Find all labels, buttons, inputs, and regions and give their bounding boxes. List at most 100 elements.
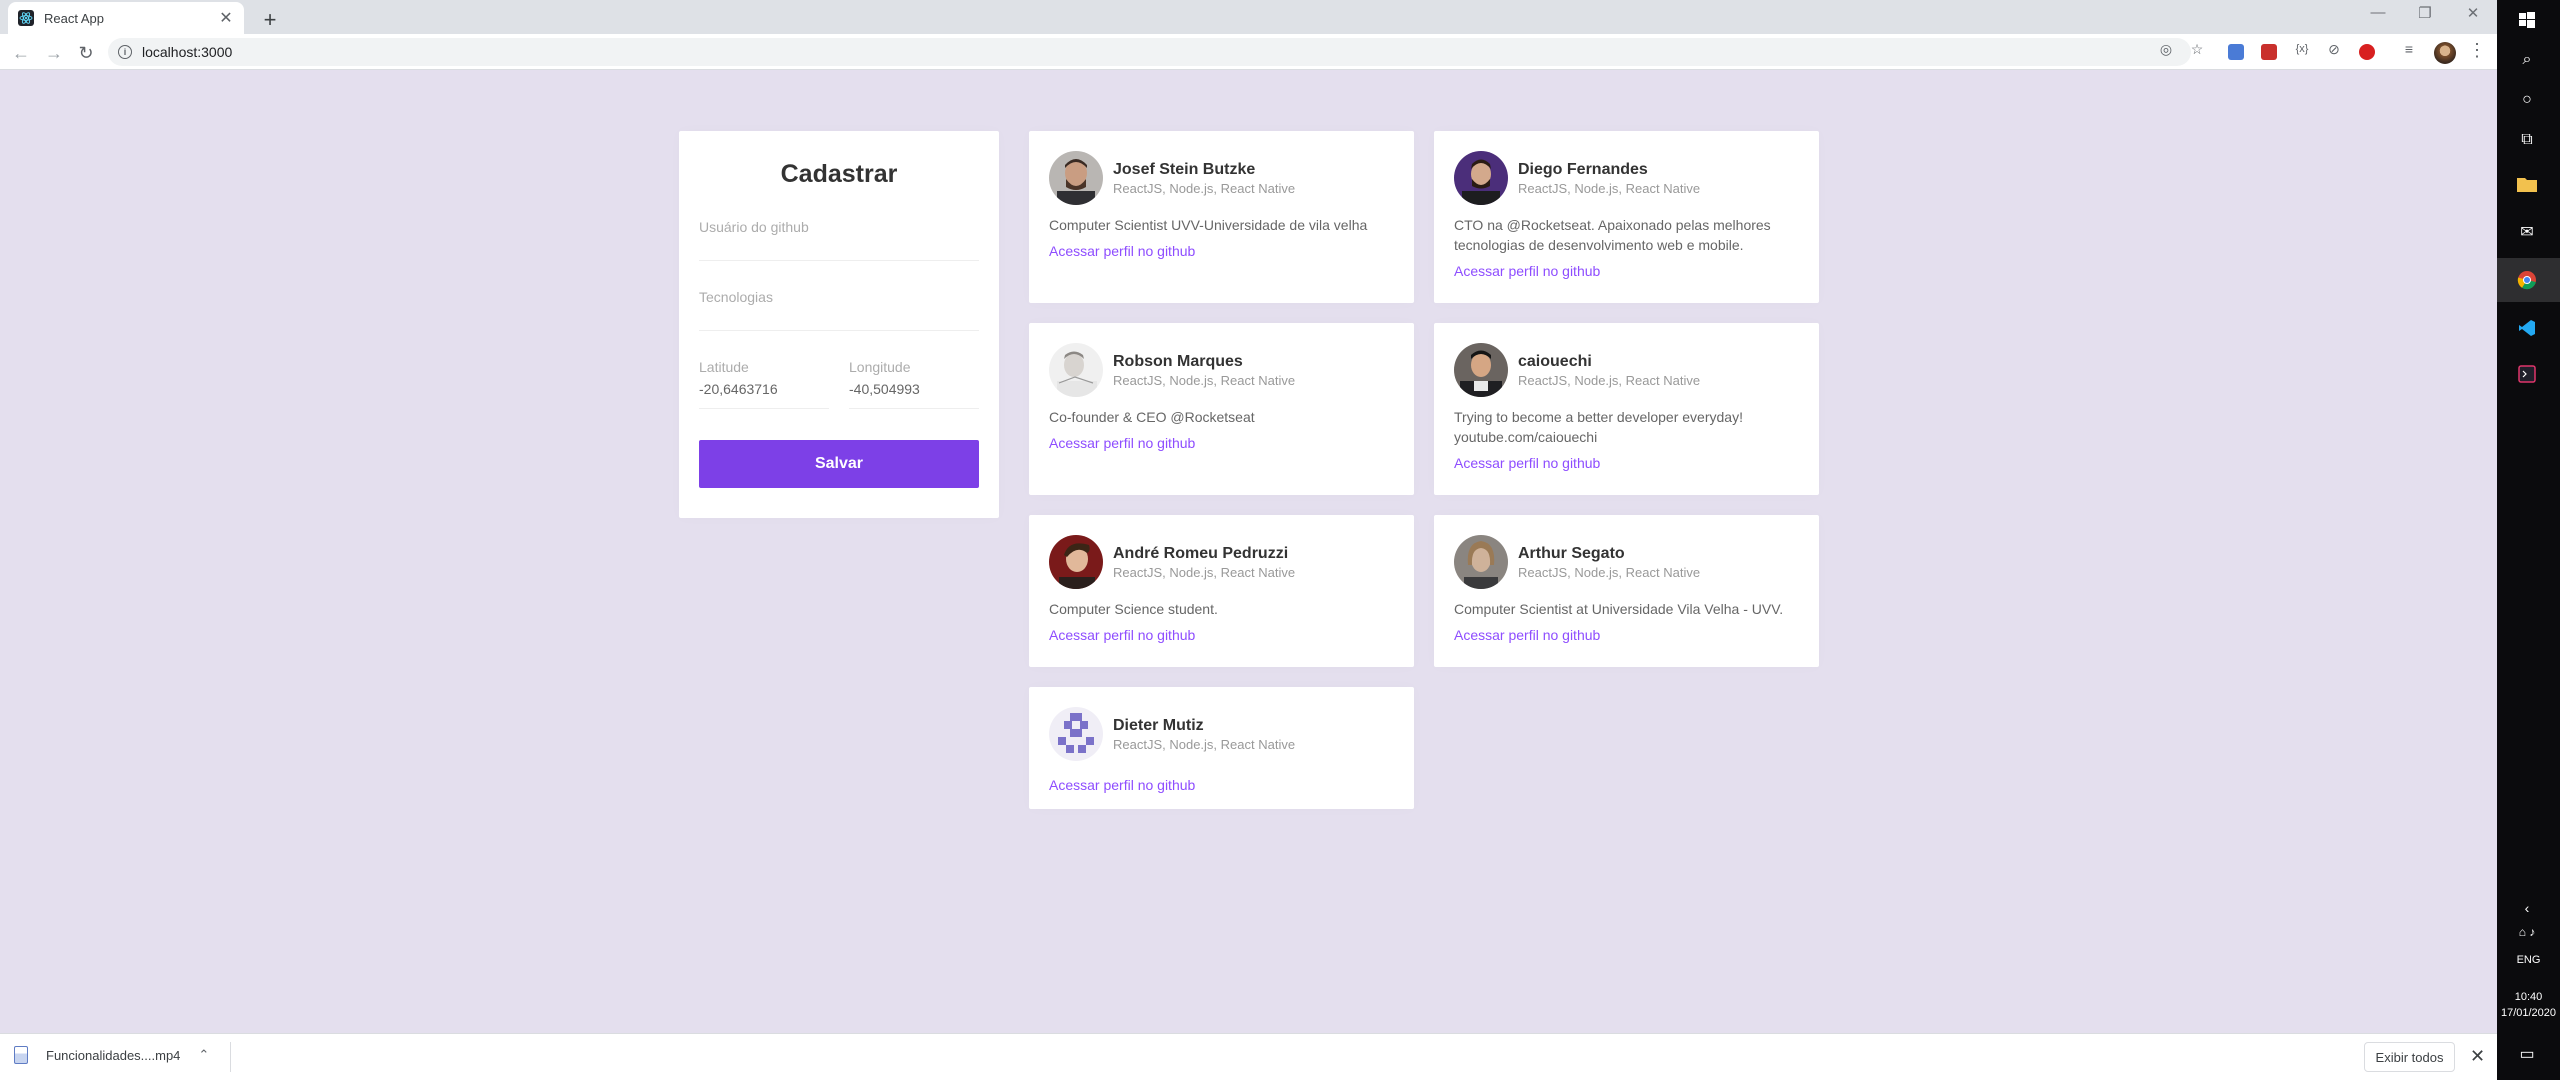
new-tab-button[interactable]: + <box>256 6 284 34</box>
tab-title: React App <box>44 10 104 26</box>
browser-window: React App ✕ + — ❐ ✕ ← → ↻ i localhost:30… <box>0 0 2497 1080</box>
longitude-value: -40,504993 <box>849 381 920 397</box>
location-icon[interactable]: ◎ <box>2157 40 2175 58</box>
profile-avatar[interactable] <box>2434 42 2456 64</box>
dev-avatar <box>1454 151 1508 205</box>
speed-extension-icon[interactable]: ⊘ <box>2325 40 2343 58</box>
back-arrow-icon[interactable]: ← <box>10 42 32 64</box>
dev-bio: Trying to become a better developer ever… <box>1454 409 1743 445</box>
minimize-button[interactable]: — <box>2363 4 2393 21</box>
forward-arrow-icon[interactable]: → <box>43 42 65 64</box>
page-content: Cadastrar Usuário do github Tecnologias … <box>0 70 2497 1033</box>
dev-name: Josef Stein Butzke <box>1113 160 1256 178</box>
code-extension-icon[interactable]: {x} <box>2293 40 2311 58</box>
translate-extension-icon[interactable] <box>2228 44 2244 60</box>
browser-toolbar: ← → ↻ i localhost:3000 ◎ ☆ {x} ⊘ ≡ ⋮ <box>0 34 2497 70</box>
dev-card: caiouechi ReactJS, Node.js, React Native… <box>1434 323 1819 495</box>
save-button[interactable]: Salvar <box>699 440 979 488</box>
vscode-icon[interactable] <box>2513 314 2541 342</box>
tab-react-app[interactable]: React App ✕ <box>8 2 244 34</box>
dev-name: André Romeu Pedruzzi <box>1113 544 1289 562</box>
reload-icon[interactable]: ↻ <box>75 42 97 64</box>
dev-avatar <box>1049 707 1103 761</box>
search-icon[interactable]: ⌕ <box>2513 46 2541 74</box>
download-file-name: Funcionalidades....mp4 <box>46 1047 181 1063</box>
github-profile-link[interactable]: Acessar perfil no github <box>1049 435 1394 451</box>
latitude-field[interactable]: Latitude -20,6463716 <box>699 359 829 409</box>
opera-extension-icon[interactable] <box>2359 44 2375 60</box>
divider <box>230 1042 231 1072</box>
form-title: Cadastrar <box>780 160 898 188</box>
url-text: localhost:3000 <box>142 44 233 60</box>
dev-card: Arthur Segato ReactJS, Node.js, React Na… <box>1434 515 1819 667</box>
clock-time[interactable]: 10:40 <box>2497 991 2560 1003</box>
dev-techs: ReactJS, Node.js, React Native <box>1113 736 1296 752</box>
tab-close-icon[interactable]: ✕ <box>218 8 234 28</box>
notifications-icon[interactable]: ▭ <box>2513 1040 2541 1068</box>
dev-name: Dieter Mutiz <box>1113 716 1204 734</box>
network-volume-icon[interactable]: ⌂ ♪ <box>2513 918 2541 946</box>
show-all-downloads-button[interactable]: Exibir todos <box>2364 1042 2455 1072</box>
windows-start-icon[interactable] <box>2513 6 2541 34</box>
dev-card: Robson Marques ReactJS, Node.js, React N… <box>1029 323 1414 495</box>
react-favicon-icon <box>18 10 34 26</box>
windows-taskbar: ⌕ ○ ⧉ ✉ ‹ ⌂ ♪ ENG 10:40 17/01/2020 ▭ <box>2497 0 2560 1080</box>
browser-menu-icon[interactable]: ⋮ <box>2468 40 2486 61</box>
dev-name: Arthur Segato <box>1518 544 1625 562</box>
dev-bio: Computer Science student. <box>1049 601 1218 617</box>
dev-avatar <box>1049 535 1103 589</box>
longitude-field[interactable]: Longitude -40,504993 <box>849 359 979 409</box>
restore-button[interactable]: ❐ <box>2410 4 2440 22</box>
techs-label: Tecnologias <box>699 289 773 305</box>
terminal-icon[interactable] <box>2513 360 2541 388</box>
window-close-button[interactable]: ✕ <box>2458 4 2488 22</box>
file-icon <box>14 1046 28 1064</box>
dev-bio: Co-founder & CEO @Rocketseat <box>1049 409 1255 425</box>
task-view-icon[interactable]: ⧉ <box>2513 126 2541 154</box>
address-bar[interactable]: i localhost:3000 <box>108 38 2191 66</box>
bookmark-star-icon[interactable]: ☆ <box>2188 40 2206 58</box>
github-profile-link[interactable]: Acessar perfil no github <box>1049 627 1394 643</box>
dev-avatar <box>1454 343 1508 397</box>
dev-bio: CTO na @Rocketseat. Apaixonado pelas mel… <box>1454 217 1771 253</box>
dev-name: Robson Marques <box>1113 352 1243 370</box>
dev-techs: ReactJS, Node.js, React Native <box>1113 180 1296 196</box>
close-download-bar-icon[interactable]: ✕ <box>2470 1046 2485 1067</box>
longitude-label: Longitude <box>849 359 911 375</box>
dev-card: Josef Stein Butzke ReactJS, Node.js, Rea… <box>1029 131 1414 303</box>
latitude-value: -20,6463716 <box>699 381 778 397</box>
tab-strip: React App ✕ + — ❐ ✕ <box>0 0 2497 34</box>
pdf-extension-icon[interactable] <box>2261 44 2277 60</box>
github-user-field[interactable]: Usuário do github <box>699 219 979 261</box>
register-form-card: Cadastrar Usuário do github Tecnologias … <box>679 131 999 518</box>
download-item[interactable]: Funcionalidades....mp4 ⌃ <box>14 1046 209 1064</box>
clock-date[interactable]: 17/01/2020 <box>2497 1007 2560 1019</box>
site-info-icon[interactable]: i <box>118 45 132 59</box>
download-bar: Funcionalidades....mp4 ⌃ Exibir todos ✕ <box>0 1033 2497 1080</box>
media-queue-icon[interactable]: ≡ <box>2400 40 2418 58</box>
github-profile-link[interactable]: Acessar perfil no github <box>1454 627 1799 643</box>
dev-card: Diego Fernandes ReactJS, Node.js, React … <box>1434 131 1819 303</box>
chevron-up-icon[interactable]: ⌃ <box>198 1047 209 1063</box>
dev-avatar <box>1049 343 1103 397</box>
github-profile-link[interactable]: Acessar perfil no github <box>1049 777 1394 793</box>
dev-techs: ReactJS, Node.js, React Native <box>1518 372 1701 388</box>
github-profile-link[interactable]: Acessar perfil no github <box>1454 263 1799 279</box>
latitude-label: Latitude <box>699 359 749 375</box>
dev-name: caiouechi <box>1518 352 1592 370</box>
dev-techs: ReactJS, Node.js, React Native <box>1113 564 1296 580</box>
dev-bio: Computer Scientist UVV-Universidade de v… <box>1049 217 1368 233</box>
github-profile-link[interactable]: Acessar perfil no github <box>1049 243 1394 259</box>
github-user-label: Usuário do github <box>699 219 809 235</box>
language-indicator[interactable]: ENG <box>2497 954 2560 966</box>
mail-icon[interactable]: ✉ <box>2513 218 2541 246</box>
github-profile-link[interactable]: Acessar perfil no github <box>1454 455 1799 471</box>
cortana-icon[interactable]: ○ <box>2513 86 2541 114</box>
dev-avatar <box>1049 151 1103 205</box>
chrome-icon[interactable] <box>2513 266 2541 294</box>
techs-field[interactable]: Tecnologias <box>699 289 979 331</box>
dev-card: Dieter Mutiz ReactJS, Node.js, React Nat… <box>1029 687 1414 809</box>
dev-card: André Romeu Pedruzzi ReactJS, Node.js, R… <box>1029 515 1414 667</box>
file-explorer-icon[interactable] <box>2513 170 2541 198</box>
dev-techs: ReactJS, Node.js, React Native <box>1518 180 1701 196</box>
